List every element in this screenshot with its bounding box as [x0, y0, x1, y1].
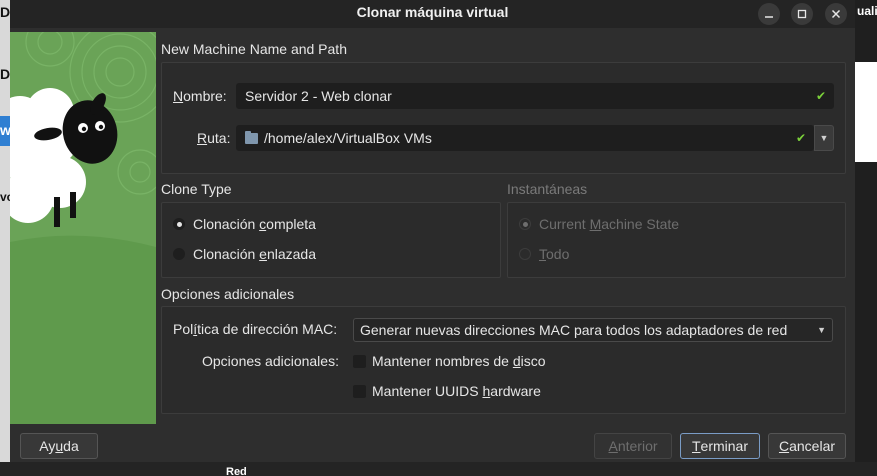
background-app-bottom — [0, 462, 877, 476]
additional-options-label: Opciones adicionales: — [202, 353, 339, 369]
background-text: rvi — [857, 90, 876, 107]
help-button[interactable]: Ay u da — [20, 433, 98, 459]
mac-policy-select[interactable]: Generar nuevas direcciones MAC para todo… — [353, 318, 833, 342]
name-path-frame — [161, 62, 846, 174]
background-text: Red — [226, 466, 247, 476]
radio-label: Todo — [539, 246, 570, 262]
background-app-panel — [855, 62, 877, 162]
mac-policy-label: Política de dirección MAC: — [173, 321, 338, 337]
name-valid-checkmark-icon: ✔ — [816, 89, 827, 103]
finish-button[interactable]: Terminar — [680, 433, 760, 459]
name-input[interactable]: Servidor 2 - Web clonar — [236, 83, 834, 109]
title-bar[interactable]: Clonar máquina virtual — [10, 0, 855, 28]
maximize-icon — [797, 9, 807, 19]
radio-indicator — [173, 248, 185, 260]
sheep-illustration — [10, 32, 156, 424]
clone-vm-dialog: Clonar máquina virtual New Machine Name … — [10, 0, 855, 462]
name-label: Nombre: — [173, 88, 227, 104]
radio-label: Clonación enlazada — [193, 246, 316, 262]
name-path-heading: New Machine Name and Path — [161, 41, 347, 57]
chevron-down-icon: ▼ — [819, 133, 829, 143]
radio-indicator — [519, 218, 531, 230]
clone-type-frame — [161, 202, 501, 278]
radio-full-clone[interactable]: Clonación completa — [173, 216, 316, 232]
path-valid-checkmark-icon: ✔ — [796, 131, 807, 145]
snapshots-frame — [507, 202, 846, 278]
path-input[interactable]: /home/alex/VirtualBox VMs — [236, 125, 814, 151]
snapshots-heading: Instantáneas — [507, 181, 588, 197]
cancel-button[interactable]: Cancelar — [768, 433, 846, 459]
path-label: Ruta: — [197, 130, 231, 146]
checkbox-indicator — [353, 354, 366, 368]
background-text: D — [0, 66, 11, 82]
radio-label: Clonación completa — [193, 216, 316, 232]
additional-options-heading: Opciones adicionales — [161, 286, 295, 302]
folder-icon — [245, 131, 258, 144]
radio-current-state[interactable]: Current Machine State — [519, 216, 679, 232]
minimize-button[interactable] — [758, 3, 780, 25]
minimize-icon — [765, 16, 773, 18]
radio-label: Current Machine State — [539, 216, 680, 232]
radio-indicator — [173, 218, 185, 230]
radio-indicator — [519, 248, 531, 260]
checkbox-label: Mantener nombres de disco — [372, 353, 546, 369]
checkbox-indicator — [353, 384, 366, 398]
background-text: D — [0, 4, 11, 20]
close-button[interactable] — [825, 3, 847, 25]
radio-linked-clone[interactable]: Clonación enlazada — [173, 246, 316, 262]
path-dropdown-button[interactable]: ▼ — [814, 125, 834, 151]
dialog-title: Clonar máquina virtual — [356, 4, 509, 20]
chevron-down-icon: ▼ — [817, 325, 826, 335]
background-text: ualiz — [857, 4, 877, 18]
back-button[interactable]: Anterior — [594, 433, 672, 459]
maximize-button[interactable] — [791, 3, 813, 25]
clone-type-heading: Clone Type — [161, 181, 232, 197]
keep-hardware-uuids-checkbox[interactable]: Mantener UUIDS hardware — [353, 383, 541, 399]
close-icon — [831, 9, 841, 19]
wizard-content: New Machine Name and Path Nombre: Servid… — [160, 32, 855, 424]
radio-all-snapshots[interactable]: Todo — [519, 246, 569, 262]
wizard-side-artwork — [10, 32, 156, 424]
keep-disk-names-checkbox[interactable]: Mantener nombres de disco — [353, 353, 546, 369]
checkbox-label: Mantener UUIDS hardware — [372, 383, 541, 399]
